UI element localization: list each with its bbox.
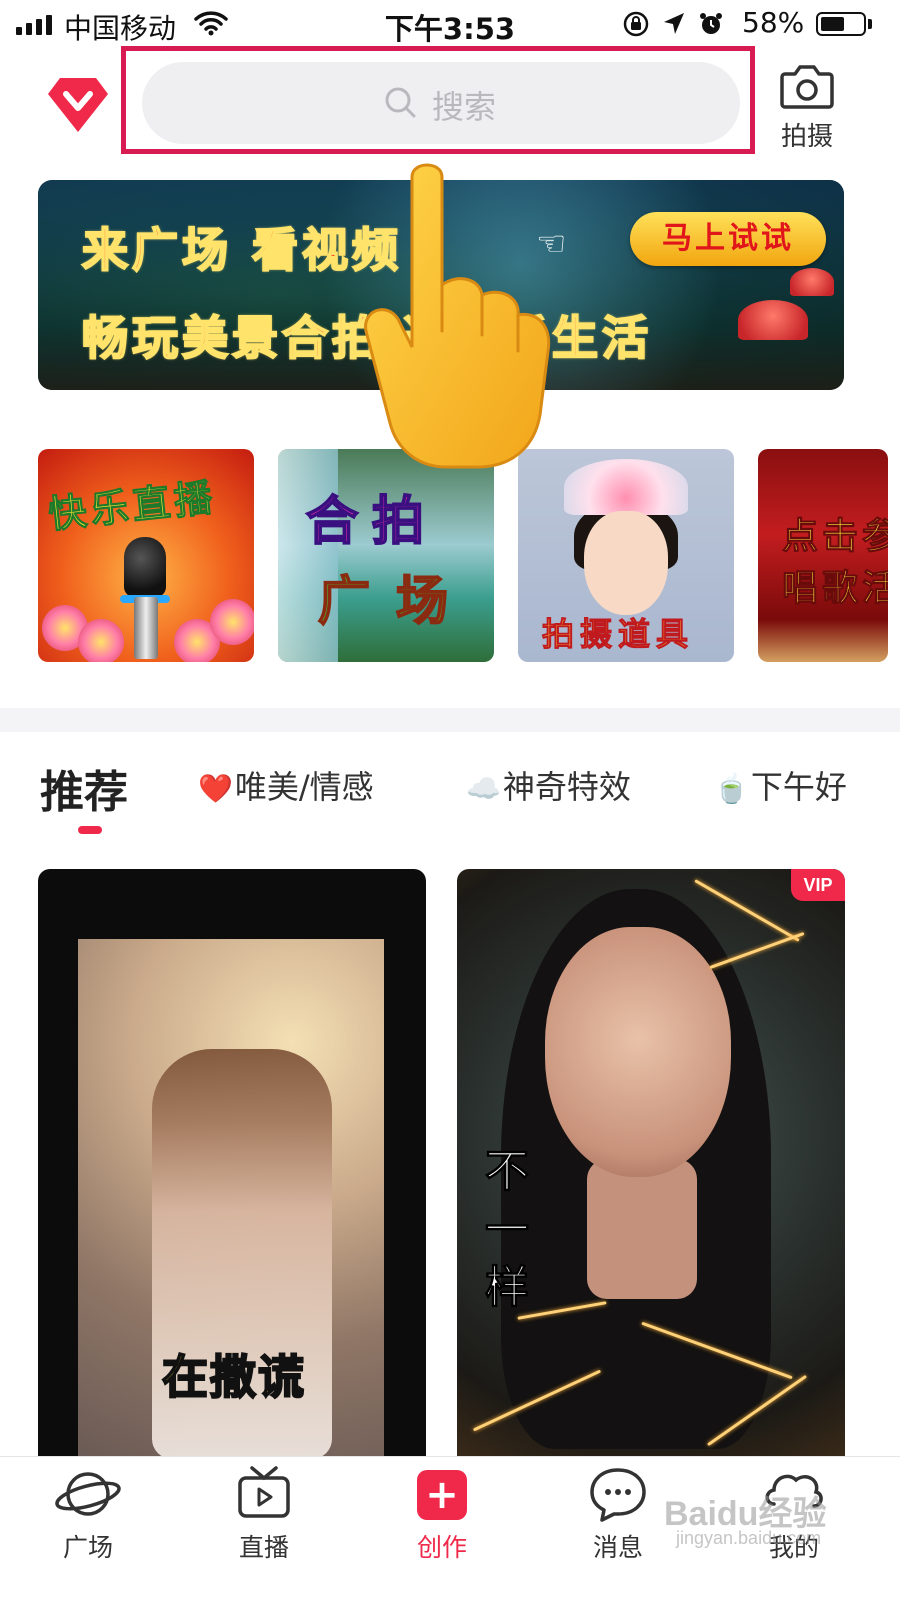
vip-badge-label: VIP [803,875,833,895]
video-caption: 不一样 [485,1146,530,1314]
video-card[interactable]: 在撒谎 [38,869,426,1459]
category-label-line2: 唱歌活 [781,568,888,610]
flower-decoration [78,619,124,662]
category-card-duet[interactable]: 合拍 广场 [278,449,494,662]
orientation-lock-icon [623,11,649,37]
tab-active-indicator [78,826,102,834]
thumbnail-face [545,927,731,1177]
vip-badge: VIP [791,869,845,901]
tea-icon: 🍵 [714,772,749,805]
headdress-decoration [564,459,688,515]
category-card-live[interactable]: 快乐直播 [38,449,254,662]
tab-recommend[interactable]: 推荐 [40,756,128,820]
nav-label-messages[interactable]: 消息 [558,1528,678,1564]
banner-cta-label: 马上试试 [662,221,794,256]
nav-label-live[interactable]: 直播 [204,1528,324,1564]
tab-label: 唯美/情感 [234,768,374,806]
category-label: 快乐直播 [46,475,219,537]
battery-tip [868,19,872,29]
planet-icon[interactable] [28,1464,148,1524]
tab-label: 下午好 [750,768,847,806]
app-logo-icon[interactable] [46,74,110,134]
tab-afternoon[interactable]: 🍵下午好 [714,762,847,808]
category-label: 拍摄道具 [541,615,695,654]
camera-icon[interactable] [776,62,838,112]
tab-effects[interactable]: ☁️神奇特效 [466,762,631,808]
search-highlight-box [121,46,755,154]
heart-icon: ❤️ [198,772,233,805]
cloud-icon: ☁️ [466,772,501,805]
nav-label-square[interactable]: 广场 [28,1528,148,1564]
tab-label: 神奇特效 [502,768,631,806]
flower-decoration [210,599,254,645]
category-label-line1: 合拍 [305,491,439,553]
thumbnail-neck [587,1159,697,1299]
microphone-icon [124,537,166,597]
section-divider [0,708,900,732]
mushroom-decoration [738,300,808,340]
tv-icon[interactable] [204,1464,324,1524]
battery-percent: 58% [742,6,805,39]
alarm-icon [700,13,722,34]
category-card-singing[interactable]: 点击参 唱歌活 [758,449,888,662]
message-icon[interactable] [558,1464,678,1524]
location-icon [664,13,684,34]
plus-icon: + [425,1472,459,1518]
watermark-url: jingyan.baidu.com [676,1528,822,1548]
pointing-hand-overlay-icon [364,163,551,469]
microphone-handle [134,597,158,659]
nav-label-create[interactable]: 创作 [382,1528,502,1564]
status-bar: 中国移动 下午3:53 58% [0,0,900,48]
create-button[interactable]: + [417,1470,467,1520]
mushroom-decoration [790,268,834,296]
video-caption: 在撒谎 [161,1349,306,1405]
category-label-line2: 广场 [317,571,475,633]
battery-fill [821,17,844,31]
status-icons [622,10,724,38]
portrait-face [584,511,668,615]
category-label-line1: 点击参 [781,516,888,558]
battery-icon [816,12,866,36]
tab-aesthetic[interactable]: ❤️唯美/情感 [198,762,374,808]
video-card[interactable]: 不一样 VIP [457,869,845,1459]
category-card-props[interactable]: 拍摄道具 [518,449,734,662]
camera-label[interactable]: 拍摄 [772,116,842,153]
banner-cta-button[interactable]: 马上试试 [630,212,826,266]
